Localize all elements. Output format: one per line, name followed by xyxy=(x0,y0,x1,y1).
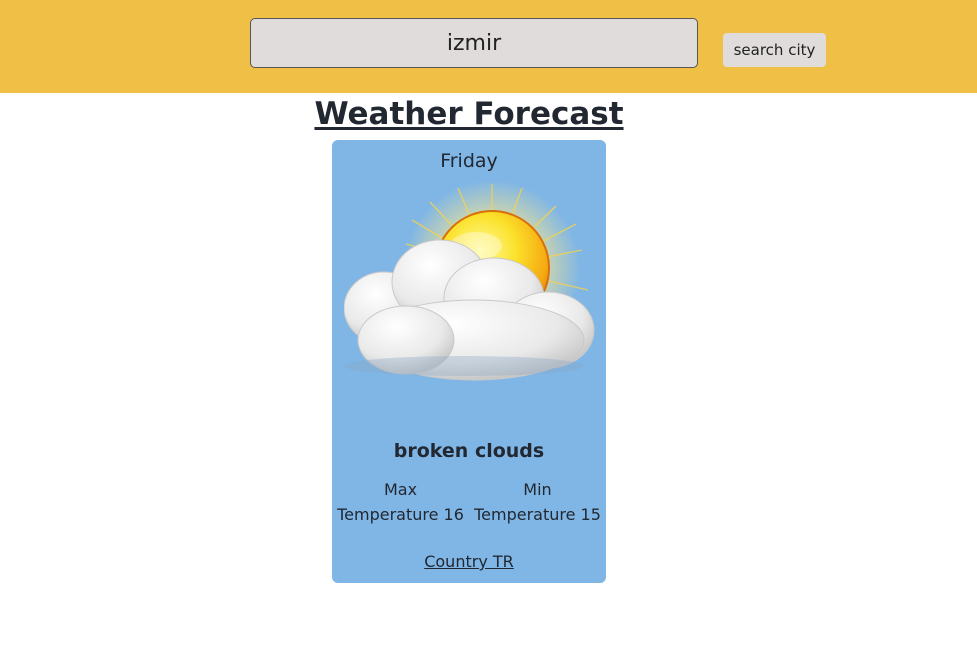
weather-description: broken clouds xyxy=(393,440,545,462)
min-value: Temperature 15 xyxy=(474,505,601,524)
page-title: Weather Forecast xyxy=(314,96,624,132)
sun-behind-clouds-icon xyxy=(344,180,595,381)
max-temperature: Max Temperature 16 xyxy=(332,477,469,527)
country-link[interactable]: Country TR xyxy=(332,551,606,573)
city-search-input[interactable] xyxy=(250,18,698,68)
forecast-card: Friday broken clouds Max Temperature 16 … xyxy=(332,140,606,583)
search-city-button[interactable]: search city xyxy=(723,33,826,67)
max-value: Temperature 16 xyxy=(337,505,464,524)
top-bar: search city xyxy=(0,0,977,93)
min-temperature: Min Temperature 15 xyxy=(469,477,606,527)
forecast-day: Friday xyxy=(440,150,498,172)
min-label: Min xyxy=(523,480,552,499)
max-label: Max xyxy=(383,480,418,499)
